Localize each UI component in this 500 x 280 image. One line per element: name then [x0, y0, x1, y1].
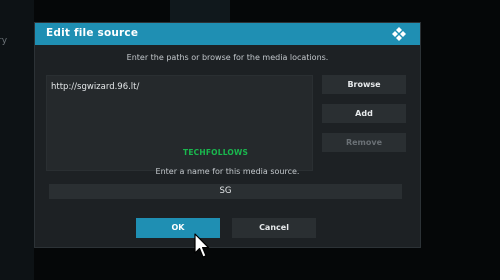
source-name-field[interactable]: SG: [49, 184, 402, 199]
cancel-button[interactable]: Cancel: [232, 218, 316, 238]
path-item[interactable]: http://sgwizard.96.lt/: [51, 82, 139, 92]
background-side-panel: ry: [0, 0, 34, 280]
dialog-title: Edit file source: [46, 27, 139, 39]
watermark: TECHFOLLOWS: [183, 148, 249, 157]
mouse-pointer-icon: [194, 233, 210, 258]
edit-file-source-dialog: Edit file source Enter the paths or brow…: [34, 22, 421, 248]
add-button[interactable]: Add: [322, 104, 406, 123]
remove-button[interactable]: Remove: [322, 133, 406, 152]
dialog-titlebar: Edit file source: [35, 23, 420, 45]
browse-button[interactable]: Browse: [322, 75, 406, 94]
paths-list[interactable]: http://sgwizard.96.lt/: [46, 75, 313, 171]
name-instruction: Enter a name for this media source.: [155, 167, 300, 176]
kodi-logo-icon: [392, 27, 406, 41]
background-side-text: ry: [0, 36, 8, 46]
paths-instruction: Enter the paths or browse for the media …: [126, 53, 329, 62]
